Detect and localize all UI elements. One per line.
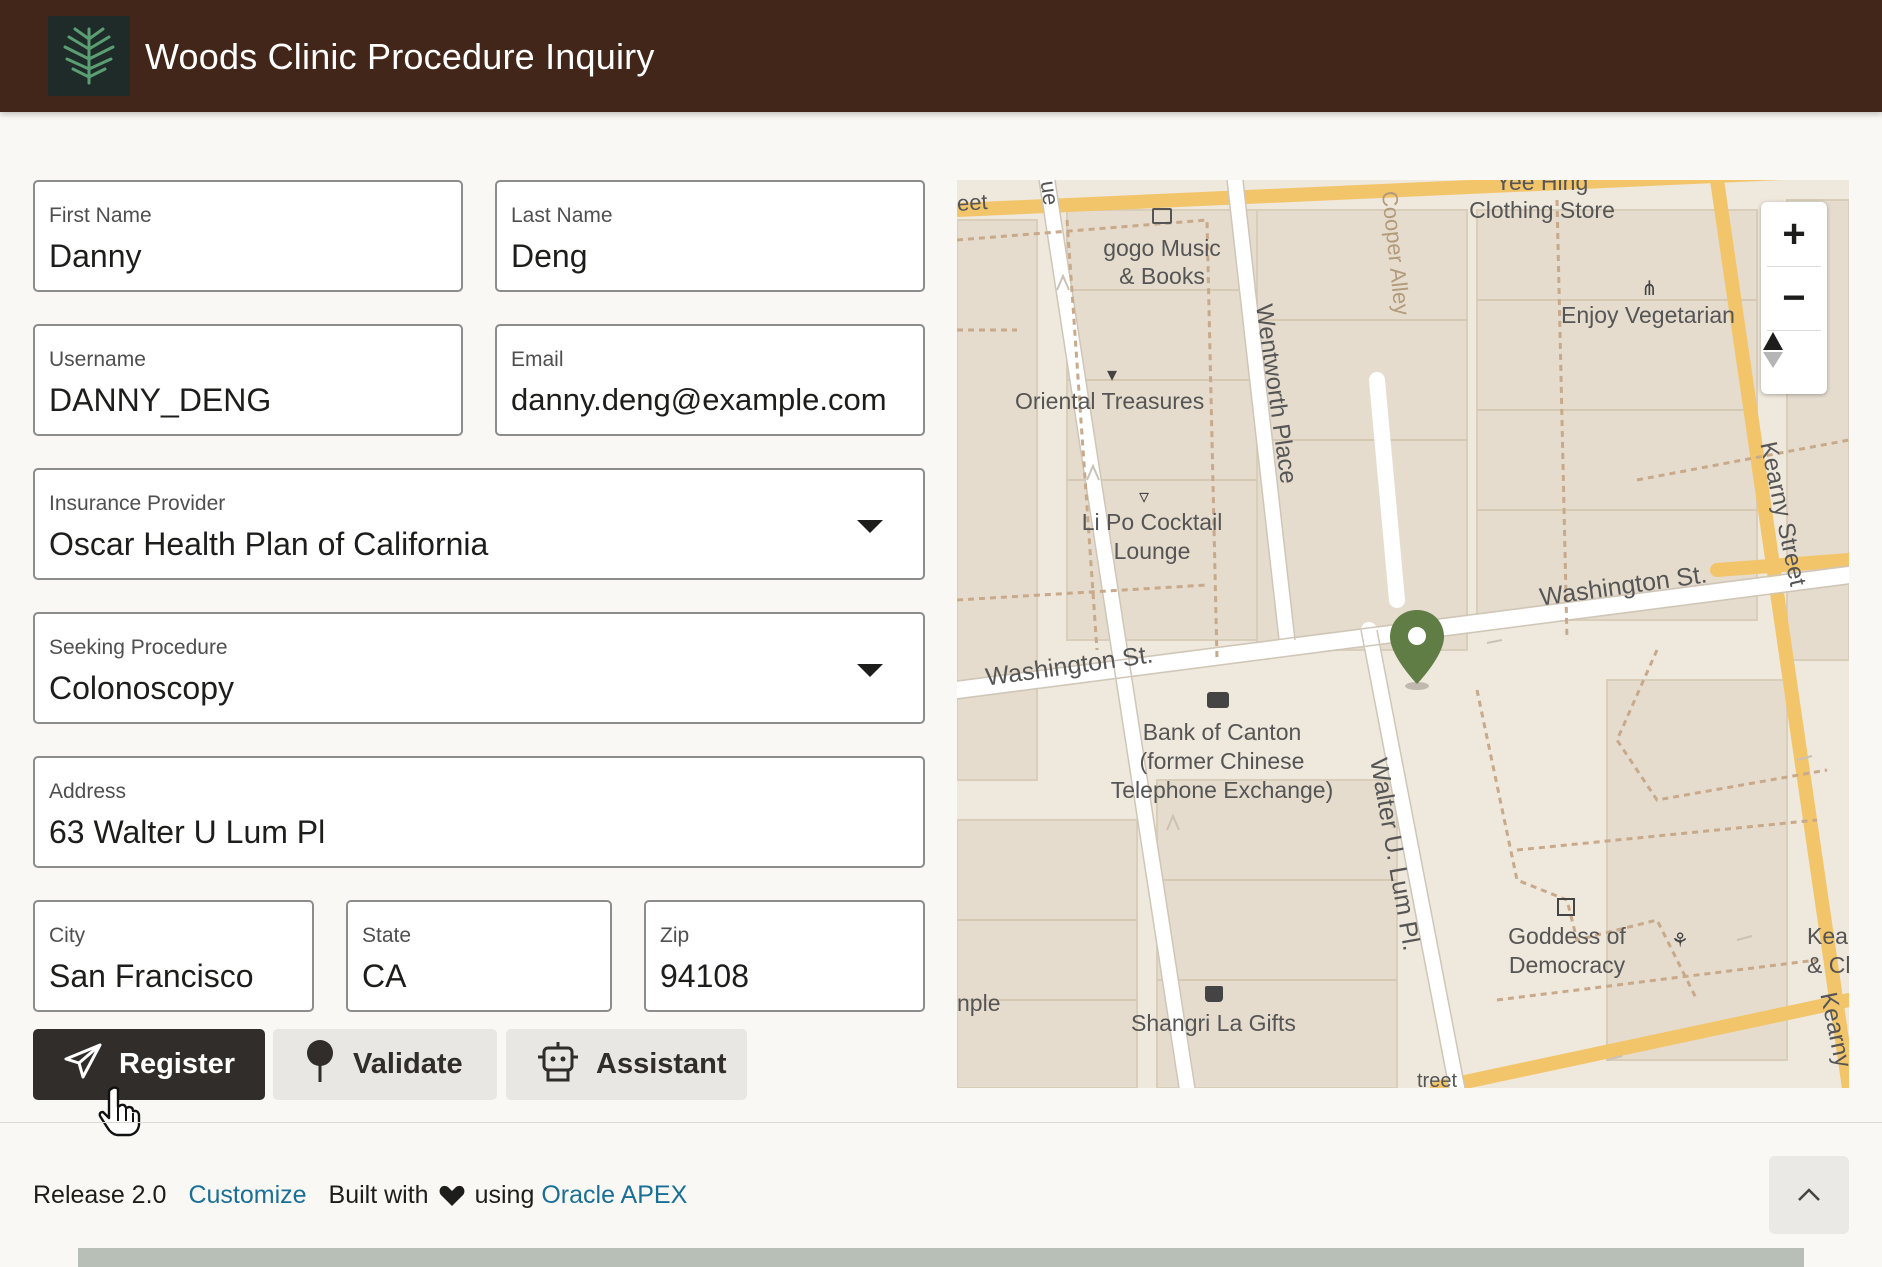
address-value[interactable]: 63 Walter U Lum Pl: [49, 814, 325, 851]
poi-label: Oriental Treasures: [1015, 388, 1205, 414]
street-label: nple: [957, 990, 1001, 1016]
built-with-text: Built with: [328, 1181, 429, 1209]
map-controls: + −: [1761, 202, 1827, 394]
poi-label: Goddess of Democracy: [1508, 923, 1626, 978]
robot-icon: [536, 1040, 580, 1090]
heart-icon: [439, 1185, 465, 1207]
camera-icon: [1207, 692, 1229, 708]
customize-link[interactable]: Customize: [188, 1181, 306, 1210]
playground-icon: ⚘: [1671, 930, 1689, 952]
first-name-value[interactable]: Danny: [49, 238, 142, 275]
insurance-provider-label: Insurance Provider: [49, 492, 226, 515]
last-name-value[interactable]: Deng: [511, 238, 588, 275]
poi-label: Yee Hing Clothing Store: [1469, 180, 1615, 223]
chevron-down-icon[interactable]: [857, 664, 883, 677]
poi-label: Enjoy Vegetarian: [1561, 302, 1735, 328]
zip-field[interactable]: Zip 94108: [644, 900, 925, 1012]
assistant-button[interactable]: Assistant: [506, 1029, 747, 1100]
state-field[interactable]: State CA: [346, 900, 612, 1012]
last-name-label: Last Name: [511, 204, 613, 227]
cocktail-icon: ▿: [1139, 486, 1150, 508]
poi-label: Li Po Cocktail Lounge: [1081, 509, 1223, 564]
zoom-in-button[interactable]: +: [1761, 202, 1827, 266]
state-label: State: [362, 924, 412, 947]
app-title: Woods Clinic Procedure Inquiry: [145, 36, 655, 77]
username-label: Username: [49, 348, 146, 371]
location-marker-icon[interactable]: [1387, 608, 1447, 692]
chevron-up-icon: [1798, 1188, 1820, 1201]
username-field[interactable]: Username DANNY_DENG: [33, 324, 463, 436]
register-label: Register: [119, 1048, 236, 1080]
address-field[interactable]: Address 63 Walter U Lum Pl: [33, 756, 925, 868]
zoom-out-button[interactable]: −: [1761, 266, 1827, 330]
insurance-provider-select[interactable]: Insurance Provider Oscar Health Plan of …: [33, 468, 925, 580]
location-map[interactable]: ▾ ▿ ⋔ ⚘ eet ue Wentworth Place Cooper Al…: [957, 180, 1849, 1088]
city-value[interactable]: San Francisco: [49, 958, 254, 995]
street-label: treet: [1417, 1070, 1458, 1088]
address-label: Address: [49, 780, 127, 803]
oracle-apex-link[interactable]: Oracle APEX: [541, 1181, 687, 1210]
assistant-label: Assistant: [596, 1048, 727, 1080]
seeking-procedure-select[interactable]: Seeking Procedure Colonoscopy: [33, 612, 925, 724]
restaurant-icon: ⋔: [1641, 278, 1658, 300]
zip-value[interactable]: 94108: [660, 958, 749, 995]
monument-icon: [1557, 898, 1575, 916]
tree-icon[interactable]: [48, 16, 130, 96]
validate-label: Validate: [353, 1048, 463, 1080]
app-header: Woods Clinic Procedure Inquiry: [0, 0, 1882, 112]
email-label: Email: [511, 348, 564, 371]
last-name-field[interactable]: Last Name Deng: [495, 180, 925, 292]
seeking-procedure-value[interactable]: Colonoscopy: [49, 670, 234, 707]
using-text: using: [474, 1181, 535, 1209]
plus-icon: +: [1782, 212, 1806, 256]
chevron-down-icon[interactable]: [857, 520, 883, 533]
shopping-bag-icon: [1205, 986, 1223, 1002]
reset-bearing-button[interactable]: [1761, 330, 1827, 394]
poi-label: gogo Music & Books: [1103, 235, 1221, 289]
register-button[interactable]: Register: [33, 1029, 265, 1100]
taskbar-strip: [78, 1248, 1804, 1267]
poi-label: Kearn& Cla: [1807, 923, 1849, 978]
state-value[interactable]: CA: [362, 958, 406, 995]
street-label: eet: [957, 188, 989, 217]
poi-label: Shangri La Gifts: [1131, 1010, 1296, 1036]
paper-plane-icon: [63, 1042, 103, 1088]
back-to-top-button[interactable]: [1769, 1156, 1849, 1234]
insurance-provider-value[interactable]: Oscar Health Plan of California: [49, 526, 488, 563]
seeking-procedure-label: Seeking Procedure: [49, 636, 228, 659]
pin-icon: [303, 1039, 337, 1091]
release-text: Release 2.0: [33, 1181, 167, 1209]
compass-icon: [1763, 332, 1783, 368]
first-name-field[interactable]: First Name Danny: [33, 180, 463, 292]
city-field[interactable]: City San Francisco: [33, 900, 314, 1012]
first-name-label: First Name: [49, 204, 152, 227]
book-icon: [1152, 208, 1172, 224]
street-label: ue: [1035, 180, 1064, 207]
footer-divider: [0, 1122, 1882, 1123]
footer: Release 2.0 Customize Built with using O…: [33, 1181, 687, 1210]
validate-button[interactable]: Validate: [273, 1029, 497, 1100]
minus-icon: −: [1782, 276, 1806, 320]
zip-label: Zip: [660, 924, 690, 947]
hand-cursor-icon: [98, 1086, 141, 1137]
poi-label: Bank of Canton (former Chinese Telephone E…: [1110, 719, 1334, 803]
username-value[interactable]: DANNY_DENG: [49, 382, 271, 419]
city-label: City: [49, 924, 86, 947]
shirt-icon: ▾: [1107, 364, 1118, 386]
email-field[interactable]: Email danny.deng@example.com: [495, 324, 925, 436]
email-value[interactable]: danny.deng@example.com: [511, 382, 887, 418]
